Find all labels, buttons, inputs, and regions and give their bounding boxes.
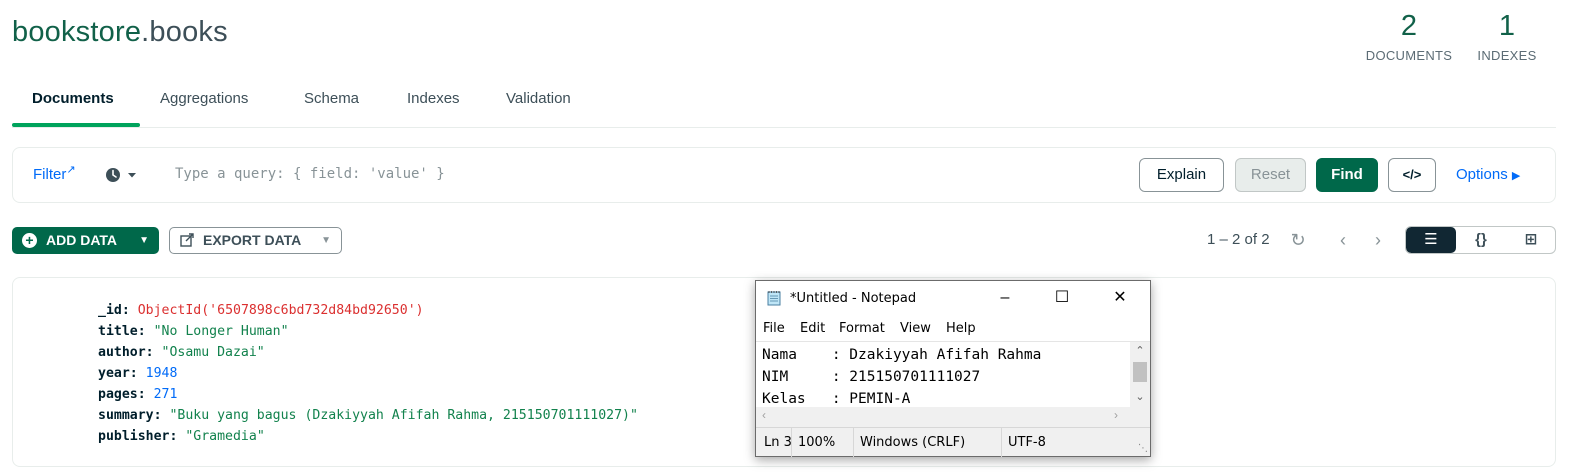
tab-documents[interactable]: Documents	[32, 90, 114, 107]
options-label: Options	[1456, 166, 1508, 183]
field-pages: pages: 271	[98, 387, 178, 402]
documents-count: 2	[1400, 10, 1418, 42]
close-icon: ✕	[1113, 289, 1127, 306]
menu-file[interactable]: File	[763, 321, 785, 336]
field-value: 271	[153, 387, 178, 402]
maximize-button[interactable]: ☐	[1039, 281, 1085, 315]
indexes-count: 1	[1498, 10, 1516, 42]
notepad-menubar: File Edit Format View Help	[756, 315, 1150, 342]
field-author: author: "Osamu Dazai"	[98, 345, 265, 360]
reset-button[interactable]: Reset	[1235, 158, 1306, 192]
field-id: _id: ObjectId('6507898c6bd732d84bd92650'…	[98, 303, 424, 318]
plus-circle-icon: +	[22, 233, 37, 248]
table-view-button[interactable]: ⊞	[1506, 227, 1555, 253]
chevron-right-icon: ›	[1375, 230, 1381, 250]
view-switcher: ☰ {} ⊞	[1405, 226, 1556, 254]
explain-button[interactable]: Explain	[1139, 158, 1224, 192]
close-button[interactable]: ✕	[1097, 281, 1143, 315]
query-bar: Filter↗ Type a query: { field: 'value' }…	[12, 147, 1556, 203]
find-button[interactable]: Find	[1316, 158, 1378, 192]
notepad-text-area[interactable]: Nama : Dzakiyyah Afifah Rahma NIM : 21515…	[756, 342, 1130, 407]
tab-aggregations[interactable]: Aggregations	[160, 90, 248, 107]
field-summary: summary: "Buku yang bagus (Dzakiyyah Afi…	[98, 408, 638, 423]
field-year: year: 1948	[98, 366, 178, 381]
field-value: "No Longer Human"	[153, 324, 289, 339]
notepad-text: Nama : Dzakiyyah Afifah Rahma NIM : 21515…	[762, 347, 1042, 407]
caret-down-icon: ▼	[139, 235, 149, 246]
caret-down-icon: ▼	[321, 235, 331, 246]
query-input[interactable]: Type a query: { field: 'value' }	[175, 166, 445, 182]
export-icon	[180, 233, 194, 247]
clock-icon	[106, 168, 136, 182]
collection-name: .books	[141, 16, 228, 48]
maximize-icon: ☐	[1054, 289, 1070, 306]
notepad-icon	[767, 291, 781, 306]
generate-code-button[interactable]: </>	[1388, 158, 1436, 192]
table-icon: ⊞	[1524, 231, 1538, 248]
filter-link[interactable]: Filter↗	[33, 164, 76, 183]
minimize-button[interactable]: –	[982, 281, 1028, 315]
options-toggle[interactable]: Options ▶	[1456, 166, 1520, 183]
status-line-ending: Windows (CRLF)	[853, 428, 1001, 457]
list-icon: ☰	[1424, 231, 1438, 248]
horizontal-scrollbar[interactable]: ‹ ›	[756, 407, 1130, 425]
export-data-button[interactable]: EXPORT DATA ▼	[169, 227, 342, 254]
braces-icon: {}	[1475, 231, 1487, 248]
menu-help[interactable]: Help	[946, 321, 976, 336]
notepad-window[interactable]: *Untitled - Notepad – ☐ ✕ File Edit Form…	[755, 280, 1151, 457]
namespace-title: bookstore.books	[12, 16, 228, 49]
notepad-title: *Untitled - Notepad	[790, 291, 917, 306]
documents-label: DOCUMENTS	[1365, 48, 1453, 63]
notepad-titlebar[interactable]: *Untitled - Notepad – ☐ ✕	[756, 281, 1150, 315]
refresh-button[interactable]: ↻	[1287, 229, 1309, 251]
documents-stat: 2 DOCUMENTS	[1364, 10, 1454, 63]
tab-indexes[interactable]: Indexes	[407, 90, 460, 107]
export-data-label: EXPORT DATA	[203, 232, 302, 248]
indexes-stat: 1 INDEXES	[1476, 10, 1538, 63]
field-title: title: "No Longer Human"	[98, 324, 289, 339]
chevron-left-icon[interactable]: ‹	[762, 408, 766, 422]
resize-grip-icon[interactable]: ⋱	[1138, 443, 1148, 454]
external-link-icon: ↗	[66, 164, 76, 176]
status-encoding: UTF-8	[1001, 428, 1131, 457]
tab-schema[interactable]: Schema	[304, 90, 359, 107]
json-view-button[interactable]: {}	[1456, 227, 1506, 253]
collection-tabs: Documents Aggregations Schema Indexes Va…	[12, 84, 1556, 128]
filter-label: Filter	[33, 166, 67, 183]
list-view-button[interactable]: ☰	[1406, 227, 1456, 253]
caret-right-icon: ▶	[1511, 170, 1521, 182]
previous-page-button[interactable]: ‹	[1332, 229, 1354, 251]
field-value: ObjectId('6507898c6bd732d84bd92650')	[137, 303, 424, 318]
chevron-right-icon[interactable]: ›	[1114, 408, 1118, 422]
scrollbar-thumb[interactable]	[1133, 362, 1147, 382]
field-publisher: publisher: "Gramedia"	[98, 429, 265, 444]
field-value: "Osamu Dazai"	[161, 345, 265, 360]
field-value: 1948	[145, 366, 178, 381]
active-tab-indicator	[12, 123, 140, 127]
menu-view[interactable]: View	[900, 321, 931, 336]
database-name: bookstore	[12, 16, 142, 48]
status-zoom: 100%	[791, 428, 851, 457]
status-position: Ln 3	[764, 435, 791, 450]
add-data-button[interactable]: + ADD DATA ▼	[12, 227, 159, 254]
next-page-button[interactable]: ›	[1367, 229, 1389, 251]
tab-validation[interactable]: Validation	[506, 90, 571, 107]
query-history-button[interactable]	[105, 165, 139, 185]
pagination-summary: 1 – 2 of 2	[1207, 231, 1270, 248]
add-data-label: ADD DATA	[46, 232, 118, 248]
chevron-up-icon[interactable]: ⌃	[1130, 344, 1150, 357]
chevron-down-icon[interactable]: ⌄	[1130, 390, 1150, 403]
vertical-scrollbar[interactable]: ⌃ ⌄	[1130, 342, 1150, 407]
indexes-label: INDEXES	[1477, 48, 1537, 63]
document-fields: _id: ObjectId('6507898c6bd732d84bd92650'…	[98, 300, 638, 447]
menu-edit[interactable]: Edit	[800, 321, 825, 336]
chevron-left-icon: ‹	[1340, 230, 1346, 250]
minimize-icon: –	[1000, 289, 1010, 306]
notepad-statusbar: Ln 3 100% Windows (CRLF) UTF-8 ⋱	[756, 427, 1150, 457]
field-value: "Gramedia"	[185, 429, 265, 444]
refresh-icon: ↻	[1290, 230, 1306, 250]
menu-format[interactable]: Format	[839, 321, 885, 336]
field-value: "Buku yang bagus (Dzakiyyah Afifah Rahma…	[169, 408, 638, 423]
